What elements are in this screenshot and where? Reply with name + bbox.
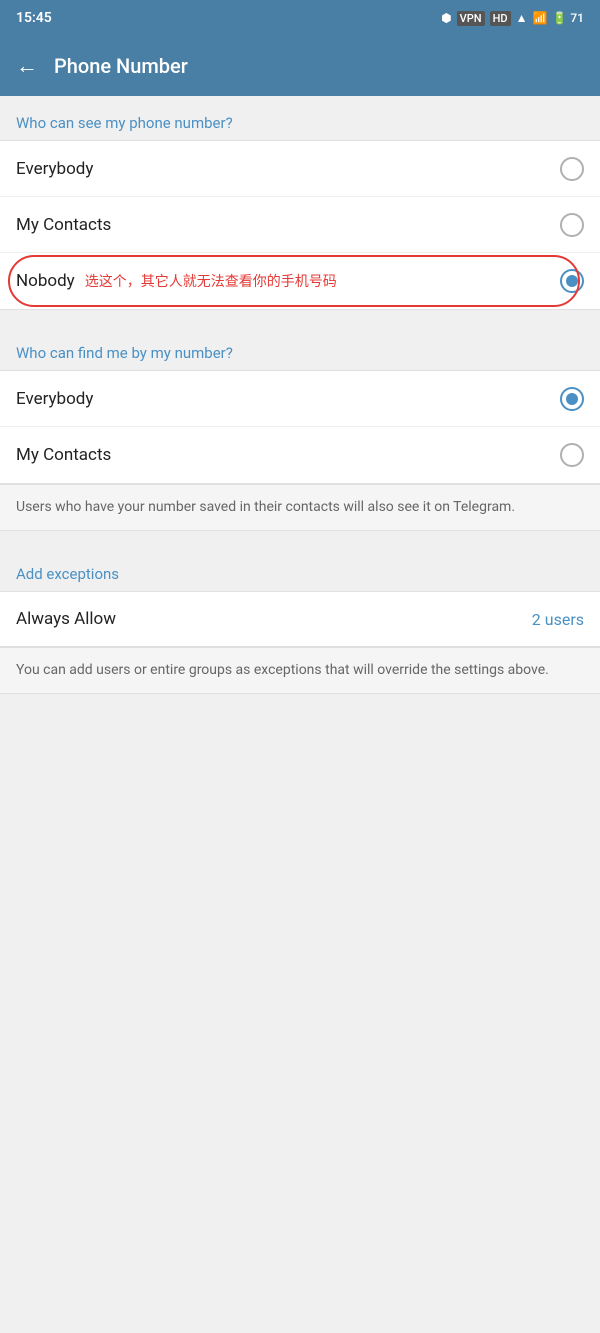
app-bar: ← Phone Number (0, 36, 600, 96)
status-bar: 15:45 ⬢ VPN HD ▲ 📶 🔋 71 (0, 0, 600, 36)
vpn-badge: VPN (457, 11, 485, 26)
option-everybody-find[interactable]: Everybody (0, 371, 600, 427)
bluetooth-icon: ⬢ (441, 11, 451, 25)
option-nobody-see[interactable]: Nobody 选这个，其它人就无法查看你的手机号码 (0, 253, 600, 309)
battery-icon: 🔋 71 (552, 11, 584, 25)
spacer2 (0, 531, 600, 547)
radio-mycontacts-see[interactable] (560, 213, 584, 237)
option-mycontacts-find[interactable]: My Contacts (0, 427, 600, 483)
status-time: 15:45 (16, 10, 52, 26)
radio-mycontacts-find[interactable] (560, 443, 584, 467)
option-mycontacts-see[interactable]: My Contacts (0, 197, 600, 253)
option-everybody-see[interactable]: Everybody (0, 141, 600, 197)
back-button[interactable]: ← (16, 53, 38, 79)
always-allow-value: 2 users (532, 610, 584, 629)
page-title: Phone Number (54, 54, 188, 78)
status-icons: ⬢ VPN HD ▲ 📶 🔋 71 (441, 11, 584, 26)
option-everybody-see-label: Everybody (16, 159, 93, 179)
bottom-spacer (0, 694, 600, 994)
exceptions-info: You can add users or entire groups as ex… (0, 647, 600, 694)
always-allow-row[interactable]: Always Allow 2 users (0, 591, 600, 647)
section2-info: Users who have your number saved in thei… (0, 484, 600, 531)
signal-icon: ▲ (516, 11, 528, 25)
section1-options: Everybody My Contacts Nobody 选这个，其它人就无法查… (0, 140, 600, 310)
hd-badge: HD (490, 11, 511, 26)
section2-options: Everybody My Contacts (0, 370, 600, 484)
content: Who can see my phone number? Everybody M… (0, 96, 600, 994)
radio-everybody-find[interactable] (560, 387, 584, 411)
section1-heading: Who can see my phone number? (0, 96, 600, 140)
always-allow-label: Always Allow (16, 609, 116, 629)
option-mycontacts-see-label: My Contacts (16, 215, 111, 235)
option-mycontacts-find-label: My Contacts (16, 445, 111, 465)
option-nobody-see-label: Nobody (16, 271, 75, 291)
radio-nobody-see[interactable] (560, 269, 584, 293)
radio-everybody-see[interactable] (560, 157, 584, 181)
exceptions-heading: Add exceptions (0, 547, 600, 591)
section2-heading: Who can find me by my number? (0, 326, 600, 370)
spacer1 (0, 310, 600, 326)
wifi-icon: 📶 (532, 11, 547, 25)
option-everybody-find-label: Everybody (16, 389, 93, 409)
nobody-annotation-text: 选这个，其它人就无法查看你的手机号码 (85, 271, 560, 291)
